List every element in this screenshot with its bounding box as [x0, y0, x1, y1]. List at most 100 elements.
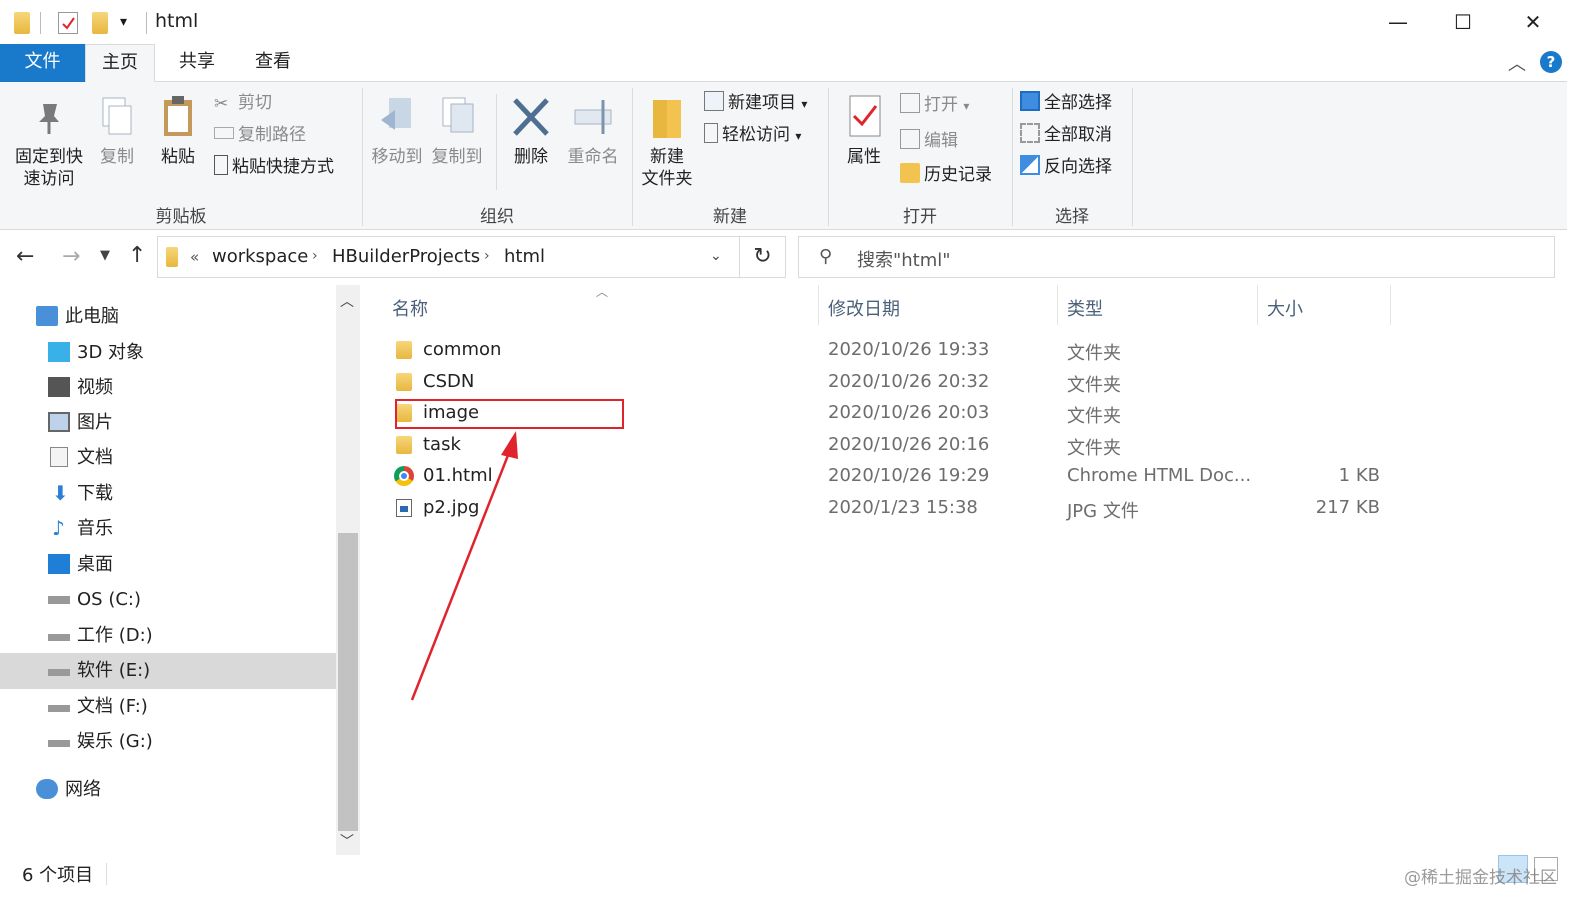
edit-button[interactable]: 编辑 [900, 128, 958, 154]
select-none-icon [1020, 123, 1040, 143]
breadcrumb-hbuilderprojects[interactable]: HBuilderProjects [332, 246, 480, 267]
paste-button[interactable]: 粘贴 [152, 94, 204, 168]
nav-item-drive-g[interactable]: 娱乐 (G:) [48, 724, 328, 759]
cut-button[interactable]: ✂ 剪切 [214, 90, 272, 116]
nav-item-label: 音乐 [77, 518, 113, 539]
open-label: 打开 [924, 95, 958, 115]
paste-shortcut-button[interactable]: 粘贴快捷方式 [214, 154, 334, 180]
nav-item-network[interactable]: 网络 [36, 772, 326, 807]
delete-button[interactable]: 删除 [506, 94, 556, 168]
computer-icon [36, 306, 58, 326]
copy-to-button[interactable]: 复制到 [428, 94, 486, 168]
document-icon [50, 447, 68, 467]
window-right-edge [1567, 44, 1591, 903]
move-to-button[interactable]: 移动到 [368, 94, 426, 168]
windows-drive-icon [48, 596, 70, 604]
recent-locations-chevron-icon[interactable]: ▼ [100, 248, 110, 263]
select-none-button[interactable]: 全部取消 [1020, 122, 1112, 148]
nav-item-desktop[interactable]: 桌面 [48, 547, 328, 582]
column-header-type[interactable]: 类型 [1067, 295, 1103, 321]
help-button[interactable]: ? [1540, 51, 1562, 73]
column-separator[interactable] [818, 285, 819, 325]
file-list: ︿ 名称 修改日期 类型 大小 common 2020/10/26 19:33 … [360, 285, 1567, 855]
open-button[interactable]: 打开 ▾ [900, 92, 969, 118]
close-button[interactable]: ✕ [1518, 8, 1548, 36]
nav-item-label: OS (C:) [77, 589, 141, 610]
breadcrumb-overflow[interactable]: « [190, 248, 199, 266]
nav-item-this-pc[interactable]: 此电脑 [36, 299, 326, 334]
new-folder-label: 新建 文件夹 [641, 147, 693, 189]
delete-label: 删除 [514, 147, 548, 167]
file-type: Chrome HTML Doc... [1067, 465, 1252, 486]
copy-to-label: 复制到 [431, 147, 483, 167]
tab-file[interactable]: 文件 [0, 44, 85, 82]
new-folder-icon[interactable] [92, 12, 108, 34]
column-separator[interactable] [1257, 285, 1258, 325]
tab-home[interactable]: 主页 [85, 44, 155, 83]
scroll-down-chevron-icon[interactable]: ﹀ [340, 831, 354, 851]
breadcrumb-html[interactable]: html [504, 246, 545, 267]
invert-selection-button[interactable]: 反向选择 [1020, 154, 1112, 180]
tab-share[interactable]: 共享 [162, 44, 232, 82]
search-placeholder: 搜索"html" [857, 250, 951, 271]
chevron-right-icon[interactable]: › [484, 248, 490, 264]
new-folder-button[interactable]: 新建 文件夹 [636, 94, 698, 190]
group-label-select: 选择 [1055, 207, 1089, 227]
nav-item-drive-d[interactable]: 工作 (D:) [48, 618, 328, 653]
new-folder-icon [645, 94, 689, 140]
copy-icon [95, 94, 139, 140]
nav-item-videos[interactable]: 视频 [48, 370, 328, 405]
nav-item-label: 图片 [77, 412, 113, 433]
nav-item-documents[interactable]: 文档 [48, 440, 328, 475]
nav-scrollbar[interactable]: ︿ ﹀ [336, 285, 360, 855]
column-separator[interactable] [1057, 285, 1058, 325]
pin-label: 固定到快 速访问 [15, 147, 83, 189]
pin-quick-access-button[interactable]: 固定到快 速访问 [8, 94, 90, 190]
refresh-icon[interactable]: ↻ [740, 236, 786, 278]
nav-item-label: 此电脑 [65, 306, 119, 327]
new-item-button[interactable]: 新建项目 ▾ [704, 90, 807, 116]
up-arrow-icon[interactable]: ↑ [128, 243, 146, 268]
tab-view[interactable]: 查看 [238, 44, 308, 82]
easy-access-button[interactable]: 轻松访问 ▾ [704, 122, 801, 148]
copy-path-button[interactable]: 复制路径 [214, 122, 306, 148]
address-bar[interactable]: « workspace › HBuilderProjects › html ⌄ [157, 236, 740, 278]
properties-check-icon[interactable] [58, 12, 78, 34]
history-button[interactable]: 历史记录 [900, 162, 992, 188]
ribbon-tabs: 文件 主页 共享 查看 ︿ ? [0, 44, 1591, 83]
title-bar: ▾ html — ☐ ✕ [0, 0, 1591, 44]
column-header-modified[interactable]: 修改日期 [828, 295, 900, 321]
separator [146, 12, 147, 34]
nav-item-drive-c[interactable]: OS (C:) [48, 582, 328, 617]
customize-qat-chevron-icon[interactable]: ▾ [120, 14, 127, 30]
picture-icon [48, 412, 70, 432]
scroll-up-chevron-icon[interactable]: ︿ [340, 291, 354, 311]
properties-button[interactable]: 属性 [838, 94, 890, 168]
forward-arrow-icon[interactable]: → [62, 244, 80, 269]
delete-x-icon [509, 94, 553, 140]
address-dropdown-chevron-icon[interactable]: ⌄ [710, 248, 722, 264]
folder-icon [166, 247, 178, 267]
copy-button[interactable]: 复制 [92, 94, 142, 168]
chevron-right-icon[interactable]: › [312, 248, 318, 264]
select-all-button[interactable]: 全部选择 [1020, 90, 1112, 116]
minimize-button[interactable]: — [1383, 8, 1413, 36]
annotation-arrow-icon [410, 431, 518, 701]
column-header-size[interactable]: 大小 [1267, 295, 1303, 321]
rename-button[interactable]: 重命名 [562, 94, 624, 168]
nav-item-3d-objects[interactable]: 3D 对象 [48, 335, 328, 370]
nav-item-drive-f[interactable]: 文档 (F:) [48, 689, 328, 724]
collapse-ribbon-chevron-icon[interactable]: ︿ [1508, 50, 1526, 76]
column-separator[interactable] [1390, 285, 1391, 325]
scrollbar-thumb[interactable] [338, 533, 358, 831]
back-arrow-icon[interactable]: ← [16, 244, 34, 269]
drive-icon [48, 669, 70, 676]
item-count: 6 个项目 [22, 865, 94, 886]
nav-item-pictures[interactable]: 图片 [48, 405, 328, 440]
nav-item-drive-e[interactable]: 软件 (E:) [48, 653, 328, 688]
nav-item-music[interactable]: ♪ 音乐 [48, 511, 328, 546]
maximize-button[interactable]: ☐ [1448, 8, 1478, 36]
breadcrumb-workspace[interactable]: workspace [212, 246, 308, 267]
search-box[interactable]: ⚲ 搜索"html" [798, 236, 1555, 278]
nav-item-downloads[interactable]: ⬇ 下载 [48, 476, 328, 511]
